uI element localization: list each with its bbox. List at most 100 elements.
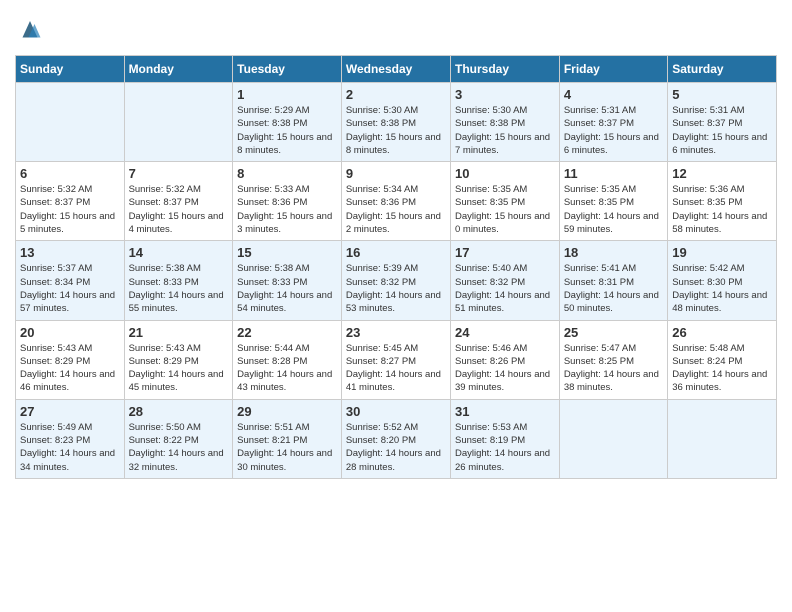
calendar-cell: 6Sunrise: 5:32 AMSunset: 8:37 PMDaylight… [16,162,125,241]
calendar-week-row: 1 Sunrise: 5:29 AMSunset: 8:38 PMDaylight… [16,83,777,162]
day-number: 30 [346,404,446,419]
calendar-cell: 23 Sunrise: 5:45 AMSunset: 8:27 PMDayligh… [341,320,450,399]
calendar-cell: 2 Sunrise: 5:30 AMSunset: 8:38 PMDaylight… [341,83,450,162]
calendar-cell [559,399,667,478]
day-number: 2 [346,87,446,102]
day-info: Sunrise: 5:30 AMSunset: 8:38 PMDaylight:… [455,104,555,157]
calendar-cell: 9Sunrise: 5:34 AMSunset: 8:36 PMDaylight… [341,162,450,241]
day-info: Sunrise: 5:33 AMSunset: 8:36 PMDaylight:… [237,183,337,236]
day-number: 15 [237,245,337,260]
calendar-week-row: 13 Sunrise: 5:37 AMSunset: 8:34 PMDayligh… [16,241,777,320]
day-number: 10 [455,166,555,181]
day-number: 31 [455,404,555,419]
calendar-cell: 7Sunrise: 5:32 AMSunset: 8:37 PMDaylight… [124,162,233,241]
day-number: 29 [237,404,337,419]
calendar-cell: 3 Sunrise: 5:30 AMSunset: 8:38 PMDaylight… [450,83,559,162]
calendar-table: SundayMondayTuesdayWednesdayThursdayFrid… [15,55,777,479]
calendar-cell [124,83,233,162]
header-monday: Monday [124,56,233,83]
calendar-cell: 27 Sunrise: 5:49 AMSunset: 8:23 PMDayligh… [16,399,125,478]
day-info: Sunrise: 5:49 AMSunset: 8:23 PMDaylight:… [20,421,120,474]
day-number: 7 [129,166,229,181]
day-info: Sunrise: 5:34 AMSunset: 8:36 PMDaylight:… [346,183,446,236]
day-number: 27 [20,404,120,419]
calendar-week-row: 20 Sunrise: 5:43 AMSunset: 8:29 PMDayligh… [16,320,777,399]
day-info: Sunrise: 5:39 AMSunset: 8:32 PMDaylight:… [346,262,446,315]
day-info: Sunrise: 5:47 AMSunset: 8:25 PMDaylight:… [564,342,663,395]
calendar-cell: 25 Sunrise: 5:47 AMSunset: 8:25 PMDayligh… [559,320,667,399]
calendar-cell: 10 Sunrise: 5:35 AMSunset: 8:35 PMDayligh… [450,162,559,241]
calendar-cell: 28 Sunrise: 5:50 AMSunset: 8:22 PMDayligh… [124,399,233,478]
calendar-cell: 31Sunrise: 5:53 AMSunset: 8:19 PMDayligh… [450,399,559,478]
header-friday: Friday [559,56,667,83]
day-info: Sunrise: 5:31 AMSunset: 8:37 PMDaylight:… [672,104,772,157]
day-info: Sunrise: 5:41 AMSunset: 8:31 PMDaylight:… [564,262,663,315]
calendar-cell: 11 Sunrise: 5:35 AMSunset: 8:35 PMDayligh… [559,162,667,241]
header-tuesday: Tuesday [233,56,342,83]
day-info: Sunrise: 5:30 AMSunset: 8:38 PMDaylight:… [346,104,446,157]
day-info: Sunrise: 5:35 AMSunset: 8:35 PMDaylight:… [564,183,663,236]
day-info: Sunrise: 5:36 AMSunset: 8:35 PMDaylight:… [672,183,772,236]
day-info: Sunrise: 5:42 AMSunset: 8:30 PMDaylight:… [672,262,772,315]
header-thursday: Thursday [450,56,559,83]
calendar-cell: 4 Sunrise: 5:31 AMSunset: 8:37 PMDaylight… [559,83,667,162]
day-number: 13 [20,245,120,260]
calendar-week-row: 6Sunrise: 5:32 AMSunset: 8:37 PMDaylight… [16,162,777,241]
calendar-cell: 20 Sunrise: 5:43 AMSunset: 8:29 PMDayligh… [16,320,125,399]
day-number: 28 [129,404,229,419]
calendar-cell: 22 Sunrise: 5:44 AMSunset: 8:28 PMDayligh… [233,320,342,399]
calendar-cell: 18 Sunrise: 5:41 AMSunset: 8:31 PMDayligh… [559,241,667,320]
day-number: 8 [237,166,337,181]
day-info: Sunrise: 5:29 AMSunset: 8:38 PMDaylight:… [237,104,337,157]
calendar-header-row: SundayMondayTuesdayWednesdayThursdayFrid… [16,56,777,83]
logo-icon [15,15,45,45]
calendar-cell: 19 Sunrise: 5:42 AMSunset: 8:30 PMDayligh… [668,241,777,320]
day-info: Sunrise: 5:44 AMSunset: 8:28 PMDaylight:… [237,342,337,395]
day-number: 23 [346,325,446,340]
calendar-cell: 26Sunrise: 5:48 AMSunset: 8:24 PMDayligh… [668,320,777,399]
day-info: Sunrise: 5:37 AMSunset: 8:34 PMDaylight:… [20,262,120,315]
day-info: Sunrise: 5:31 AMSunset: 8:37 PMDaylight:… [564,104,663,157]
calendar-cell: 21 Sunrise: 5:43 AMSunset: 8:29 PMDayligh… [124,320,233,399]
header-sunday: Sunday [16,56,125,83]
day-info: Sunrise: 5:35 AMSunset: 8:35 PMDaylight:… [455,183,555,236]
calendar-cell [16,83,125,162]
calendar-cell: 24 Sunrise: 5:46 AMSunset: 8:26 PMDayligh… [450,320,559,399]
day-number: 22 [237,325,337,340]
day-number: 24 [455,325,555,340]
header-wednesday: Wednesday [341,56,450,83]
day-info: Sunrise: 5:43 AMSunset: 8:29 PMDaylight:… [129,342,229,395]
calendar-cell: 16 Sunrise: 5:39 AMSunset: 8:32 PMDayligh… [341,241,450,320]
calendar-cell: 12 Sunrise: 5:36 AMSunset: 8:35 PMDayligh… [668,162,777,241]
day-info: Sunrise: 5:38 AMSunset: 8:33 PMDaylight:… [129,262,229,315]
day-number: 3 [455,87,555,102]
day-number: 11 [564,166,663,181]
day-number: 20 [20,325,120,340]
day-info: Sunrise: 5:48 AMSunset: 8:24 PMDaylight:… [672,342,772,395]
logo [15,15,49,45]
calendar-week-row: 27 Sunrise: 5:49 AMSunset: 8:23 PMDayligh… [16,399,777,478]
page-header [15,15,777,45]
day-number: 16 [346,245,446,260]
day-info: Sunrise: 5:32 AMSunset: 8:37 PMDaylight:… [20,183,120,236]
day-number: 1 [237,87,337,102]
day-number: 21 [129,325,229,340]
calendar-cell: 29Sunrise: 5:51 AMSunset: 8:21 PMDayligh… [233,399,342,478]
day-number: 4 [564,87,663,102]
day-number: 25 [564,325,663,340]
day-number: 19 [672,245,772,260]
calendar-cell: 13 Sunrise: 5:37 AMSunset: 8:34 PMDayligh… [16,241,125,320]
calendar-cell [668,399,777,478]
day-number: 17 [455,245,555,260]
day-info: Sunrise: 5:38 AMSunset: 8:33 PMDaylight:… [237,262,337,315]
day-info: Sunrise: 5:46 AMSunset: 8:26 PMDaylight:… [455,342,555,395]
day-number: 18 [564,245,663,260]
day-info: Sunrise: 5:43 AMSunset: 8:29 PMDaylight:… [20,342,120,395]
day-info: Sunrise: 5:50 AMSunset: 8:22 PMDaylight:… [129,421,229,474]
day-info: Sunrise: 5:45 AMSunset: 8:27 PMDaylight:… [346,342,446,395]
day-info: Sunrise: 5:52 AMSunset: 8:20 PMDaylight:… [346,421,446,474]
calendar-cell: 30 Sunrise: 5:52 AMSunset: 8:20 PMDayligh… [341,399,450,478]
calendar-cell: 1 Sunrise: 5:29 AMSunset: 8:38 PMDaylight… [233,83,342,162]
day-number: 12 [672,166,772,181]
calendar-cell: 5Sunrise: 5:31 AMSunset: 8:37 PMDaylight… [668,83,777,162]
